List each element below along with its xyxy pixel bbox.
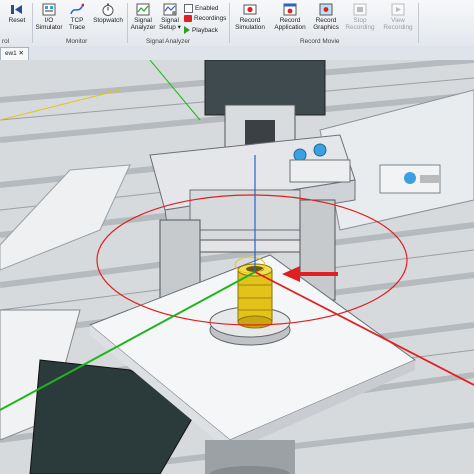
- reset-button[interactable]: Reset: [4, 2, 30, 36]
- enabled-checkbox[interactable]: Enabled: [184, 4, 218, 13]
- stop-recording-label: Stop Recording: [345, 17, 375, 31]
- reset-icon: [9, 2, 25, 16]
- recordings-label: Recordings: [194, 15, 227, 22]
- yellow-part: [237, 263, 273, 329]
- record-graphics-button[interactable]: Record Graphics: [310, 2, 342, 36]
- record-application-button[interactable]: Record Application: [271, 2, 309, 36]
- signal-analyzer-label: Signal Analyzer: [130, 17, 156, 31]
- tab-view1[interactable]: ew1 ✕: [0, 47, 29, 60]
- signal-setup-label: Signal Setup ▾: [159, 17, 181, 31]
- reset-label: Reset: [8, 17, 26, 24]
- record-application-label: Record Application: [274, 17, 306, 31]
- tcp-trace-button[interactable]: TCP Trace: [64, 2, 90, 36]
- tcp-trace-label: TCP Trace: [68, 17, 86, 31]
- record-simulation-icon: [242, 2, 258, 16]
- enabled-label: Enabled: [195, 5, 219, 12]
- record-graphics-label: Record Graphics: [313, 17, 339, 31]
- signal-analyzer-button[interactable]: Signal Analyzer: [129, 2, 157, 36]
- signal-setup-icon: [162, 2, 178, 16]
- stop-recording-button[interactable]: Stop Recording: [342, 2, 378, 36]
- stopwatch-button[interactable]: Stopwatch: [90, 2, 126, 36]
- document-tab-bar: ew1 ✕: [0, 46, 474, 61]
- io-simulator-icon: [41, 2, 57, 16]
- group-left-label: rol: [2, 38, 10, 45]
- view-recording-label: View Recording: [383, 17, 413, 31]
- recordings-icon: [184, 15, 192, 22]
- group-record-movie-label: Record Movie: [300, 38, 340, 45]
- scene-canvas[interactable]: [0, 60, 474, 474]
- ribbon-toolbar: Reset I/O Simulator TCP Trace Stopwatch …: [0, 0, 474, 47]
- group-signal-analyzer-label: Signal Analyzer: [146, 38, 191, 45]
- playback-label: Playback: [192, 26, 218, 34]
- 3d-viewport[interactable]: [0, 60, 474, 474]
- io-simulator-button[interactable]: I/O Simulator: [34, 2, 64, 36]
- record-simulation-button[interactable]: Record Simulation: [231, 2, 269, 36]
- stopwatch-label: Stopwatch: [93, 17, 123, 24]
- record-simulation-label: Record Simulation: [235, 17, 265, 31]
- view-recording-button[interactable]: View Recording: [380, 2, 416, 36]
- group-monitor-label: Monitor: [66, 38, 88, 45]
- signal-analyzer-icon: [135, 2, 151, 16]
- record-application-icon: [282, 2, 298, 16]
- stopwatch-icon: [100, 2, 116, 16]
- tcp-trace-icon: [69, 2, 85, 16]
- record-graphics-icon: [318, 2, 334, 16]
- view-recording-icon: [390, 2, 406, 16]
- stop-recording-icon: [352, 2, 368, 16]
- enabled-icon: [184, 4, 193, 13]
- signal-setup-button[interactable]: Signal Setup ▾: [157, 2, 183, 36]
- recordings-button[interactable]: Recordings: [184, 15, 226, 22]
- io-simulator-label: I/O Simulator: [35, 17, 63, 31]
- playback-icon: [184, 26, 190, 34]
- playback-button[interactable]: Playback: [184, 26, 218, 34]
